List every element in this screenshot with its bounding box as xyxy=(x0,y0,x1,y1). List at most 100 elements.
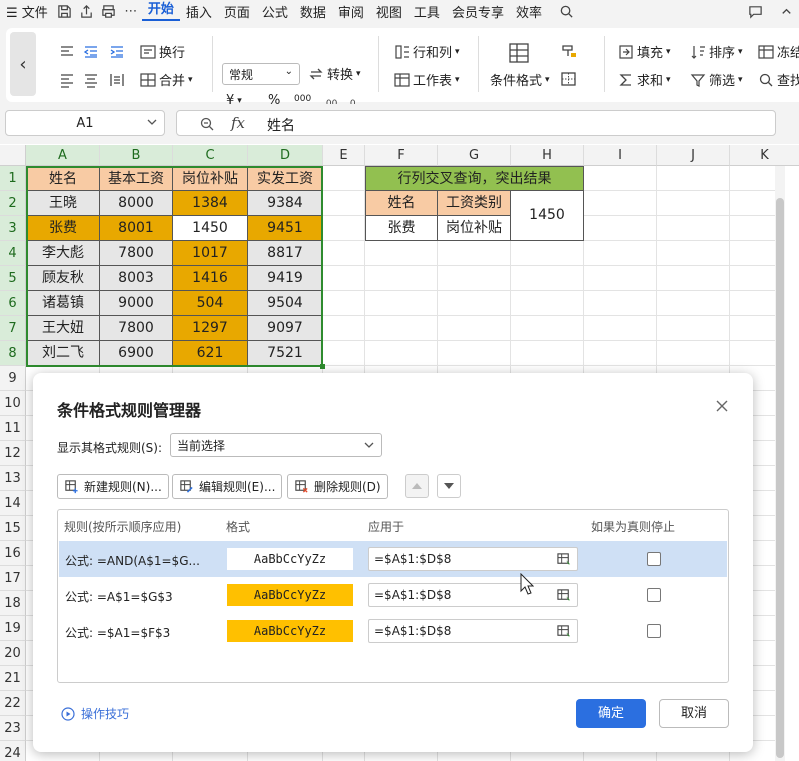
edit-rule-button[interactable]: 编辑规则(E)... xyxy=(172,474,283,499)
row-header-21[interactable]: 21 xyxy=(0,666,26,691)
menu-file[interactable]: ☰ 文件 xyxy=(0,2,54,21)
table-cell[interactable]: 9097 xyxy=(248,316,323,341)
table-cell[interactable]: 8001 xyxy=(100,216,173,241)
tab-page[interactable]: 页面 xyxy=(218,2,256,21)
column-header-g[interactable]: G xyxy=(438,145,511,166)
table-cell[interactable]: 8003 xyxy=(100,266,173,291)
row-header-4[interactable]: 4 xyxy=(0,241,26,266)
merge-button[interactable]: 合并 ▾ xyxy=(140,70,193,89)
zoom-icon[interactable] xyxy=(199,116,215,132)
conditional-format-button[interactable]: 条件格式 ▾ xyxy=(490,70,550,89)
tab-review[interactable]: 审阅 xyxy=(332,2,370,21)
stop-if-true-checkbox[interactable] xyxy=(647,588,661,602)
table-cell[interactable]: 9451 xyxy=(248,216,323,241)
ribbon-scroll-left-icon[interactable]: ‹ xyxy=(10,32,36,96)
row-header-22[interactable]: 22 xyxy=(0,691,26,716)
table-cell[interactable]: 9504 xyxy=(248,291,323,316)
stop-if-true-checkbox[interactable] xyxy=(647,624,661,638)
rule-applies-input[interactable]: =$A$1:$D$8 xyxy=(368,583,578,607)
column-header-i[interactable]: I xyxy=(584,145,657,166)
range-select-icon[interactable] xyxy=(557,552,572,567)
row-header-16[interactable]: 16 xyxy=(0,541,26,566)
function-icon[interactable]: fx xyxy=(231,114,245,132)
row-header-20[interactable]: 20 xyxy=(0,641,26,666)
row-header-23[interactable]: 23 xyxy=(0,716,26,741)
range-select-icon[interactable] xyxy=(557,588,572,603)
tab-home[interactable]: 开始 xyxy=(141,1,180,21)
row-header-19[interactable]: 19 xyxy=(0,616,26,641)
range-select-icon[interactable] xyxy=(557,624,572,639)
rule-applies-input[interactable]: =$A$1:$D$8 xyxy=(368,619,578,643)
rule-applies-input[interactable]: =$A$1:$D$8 xyxy=(368,547,578,571)
row-header-17[interactable]: 17 xyxy=(0,566,26,591)
row-header-18[interactable]: 18 xyxy=(0,591,26,616)
table-cell[interactable]: 9384 xyxy=(248,191,323,216)
scrollbar-thumb[interactable] xyxy=(776,198,784,758)
rule-row[interactable]: 公式: =$A1=$F$3 AaBbCcYyZz =$A$1:$D$8 xyxy=(59,613,727,649)
table-cell[interactable]: 1450 xyxy=(173,216,248,241)
sort-button[interactable]: 排序 ▾ xyxy=(690,42,743,61)
convert-button[interactable]: 转换 ▾ xyxy=(308,64,361,83)
more-icon[interactable]: ⋯ xyxy=(120,0,142,22)
close-icon[interactable] xyxy=(715,399,729,413)
table-cell[interactable]: 诸葛镇 xyxy=(26,291,100,316)
table-cell[interactable]: 8000 xyxy=(100,191,173,216)
table-cell[interactable]: 刘二飞 xyxy=(26,341,100,366)
rule-row[interactable]: 公式: =AND(A$1=$G... AaBbCcYyZz =$A$1:$D$8 xyxy=(59,541,727,577)
row-header-9[interactable]: 9 xyxy=(0,366,26,391)
table-cell[interactable]: 7800 xyxy=(100,241,173,266)
column-header-d[interactable]: D xyxy=(248,145,323,166)
chevron-down-icon[interactable] xyxy=(146,116,158,132)
print-icon[interactable] xyxy=(98,0,120,22)
filter-button[interactable]: 筛选 ▾ xyxy=(690,70,743,89)
rule-row[interactable]: 公式: =A$1=$G$3 AaBbCcYyZz =$A$1:$D$8 xyxy=(59,577,727,613)
conditional-format-icon[interactable] xyxy=(508,42,530,64)
column-header-h[interactable]: H xyxy=(511,145,584,166)
column-header-b[interactable]: B xyxy=(100,145,173,166)
name-box[interactable]: A1 xyxy=(5,110,165,136)
tab-tools[interactable]: 工具 xyxy=(408,2,446,21)
row-header-6[interactable]: 6 xyxy=(0,291,26,316)
number-format-select[interactable]: 常规 ⌄ xyxy=(222,63,300,85)
tab-insert[interactable]: 插入 xyxy=(180,2,218,21)
table-cell[interactable]: 王晓 xyxy=(26,191,100,216)
table-cell[interactable]: 9419 xyxy=(248,266,323,291)
borders-icon[interactable] xyxy=(560,71,578,87)
table-cell[interactable]: 9000 xyxy=(100,291,173,316)
column-header-e[interactable]: E xyxy=(323,145,365,166)
table-cell[interactable]: 504 xyxy=(173,291,248,316)
fill-handle[interactable] xyxy=(320,364,325,369)
vertical-scrollbar[interactable] xyxy=(775,166,785,761)
table-cell[interactable]: 张费 xyxy=(26,216,100,241)
table-cell[interactable]: 8817 xyxy=(248,241,323,266)
wrap-text-button[interactable]: 换行 xyxy=(140,42,185,61)
distributed-align-icon[interactable] xyxy=(108,72,126,88)
align-center-icon[interactable] xyxy=(82,72,100,88)
move-up-button[interactable] xyxy=(405,474,429,498)
tab-data[interactable]: 数据 xyxy=(294,2,332,21)
table-cell[interactable]: 7521 xyxy=(248,341,323,366)
collapse-ribbon-icon[interactable] xyxy=(775,0,797,22)
formula-input[interactable]: fx 姓名 xyxy=(176,110,776,136)
row-header-15[interactable]: 15 xyxy=(0,516,26,541)
save-icon[interactable] xyxy=(54,0,76,22)
align-top-icon[interactable] xyxy=(58,44,76,60)
row-header-3[interactable]: 3 xyxy=(0,216,26,241)
row-header-5[interactable]: 5 xyxy=(0,266,26,291)
row-header-14[interactable]: 14 xyxy=(0,491,26,516)
thousands-button[interactable]: 000 xyxy=(294,94,311,104)
table-header-cell[interactable]: 基本工资 xyxy=(100,166,173,191)
new-rule-button[interactable]: 新建规则(N)... xyxy=(57,474,169,499)
column-header-f[interactable]: F xyxy=(365,145,438,166)
column-header-j[interactable]: J xyxy=(657,145,730,166)
ok-button[interactable]: 确定 xyxy=(576,699,646,728)
row-header-13[interactable]: 13 xyxy=(0,466,26,491)
select-all-corner[interactable] xyxy=(0,145,26,166)
align-left-icon[interactable] xyxy=(58,72,76,88)
sum-button[interactable]: 求和 ▾ xyxy=(618,70,671,89)
table-cell[interactable]: 王大妞 xyxy=(26,316,100,341)
tab-view[interactable]: 视图 xyxy=(370,2,408,21)
table-cell[interactable]: 1297 xyxy=(173,316,248,341)
row-header-11[interactable]: 11 xyxy=(0,416,26,441)
comment-icon[interactable] xyxy=(744,0,766,22)
